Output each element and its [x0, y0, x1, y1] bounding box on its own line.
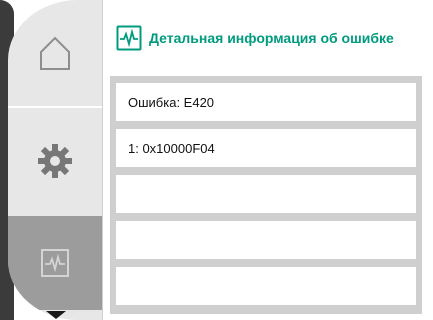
page-title: Детальная информация об ошибке	[149, 30, 394, 46]
list-item: Ошибка: E420	[116, 83, 416, 121]
nav-item-home[interactable]	[8, 0, 102, 108]
diagnostics-icon	[41, 249, 69, 277]
device-screen: Детальная информация об ошибке Ошибка: E…	[0, 0, 433, 320]
error-details-list: Ошибка: E420 1: 0x10000F04	[110, 76, 422, 314]
list-item: 1: 0x10000F04	[116, 129, 416, 167]
home-icon	[40, 36, 70, 70]
gear-icon	[38, 144, 72, 178]
page-header: Детальная информация об ошибке	[116, 22, 433, 54]
list-item	[116, 267, 416, 305]
list-item	[116, 221, 416, 259]
nav-item-settings[interactable]	[8, 108, 102, 214]
scroll-down-arrow-icon[interactable]	[46, 311, 66, 319]
list-item	[116, 175, 416, 213]
nav-item-diagnostics[interactable]	[8, 216, 102, 310]
diagnostics-icon	[116, 25, 142, 51]
navigation-sidebar	[8, 0, 103, 320]
